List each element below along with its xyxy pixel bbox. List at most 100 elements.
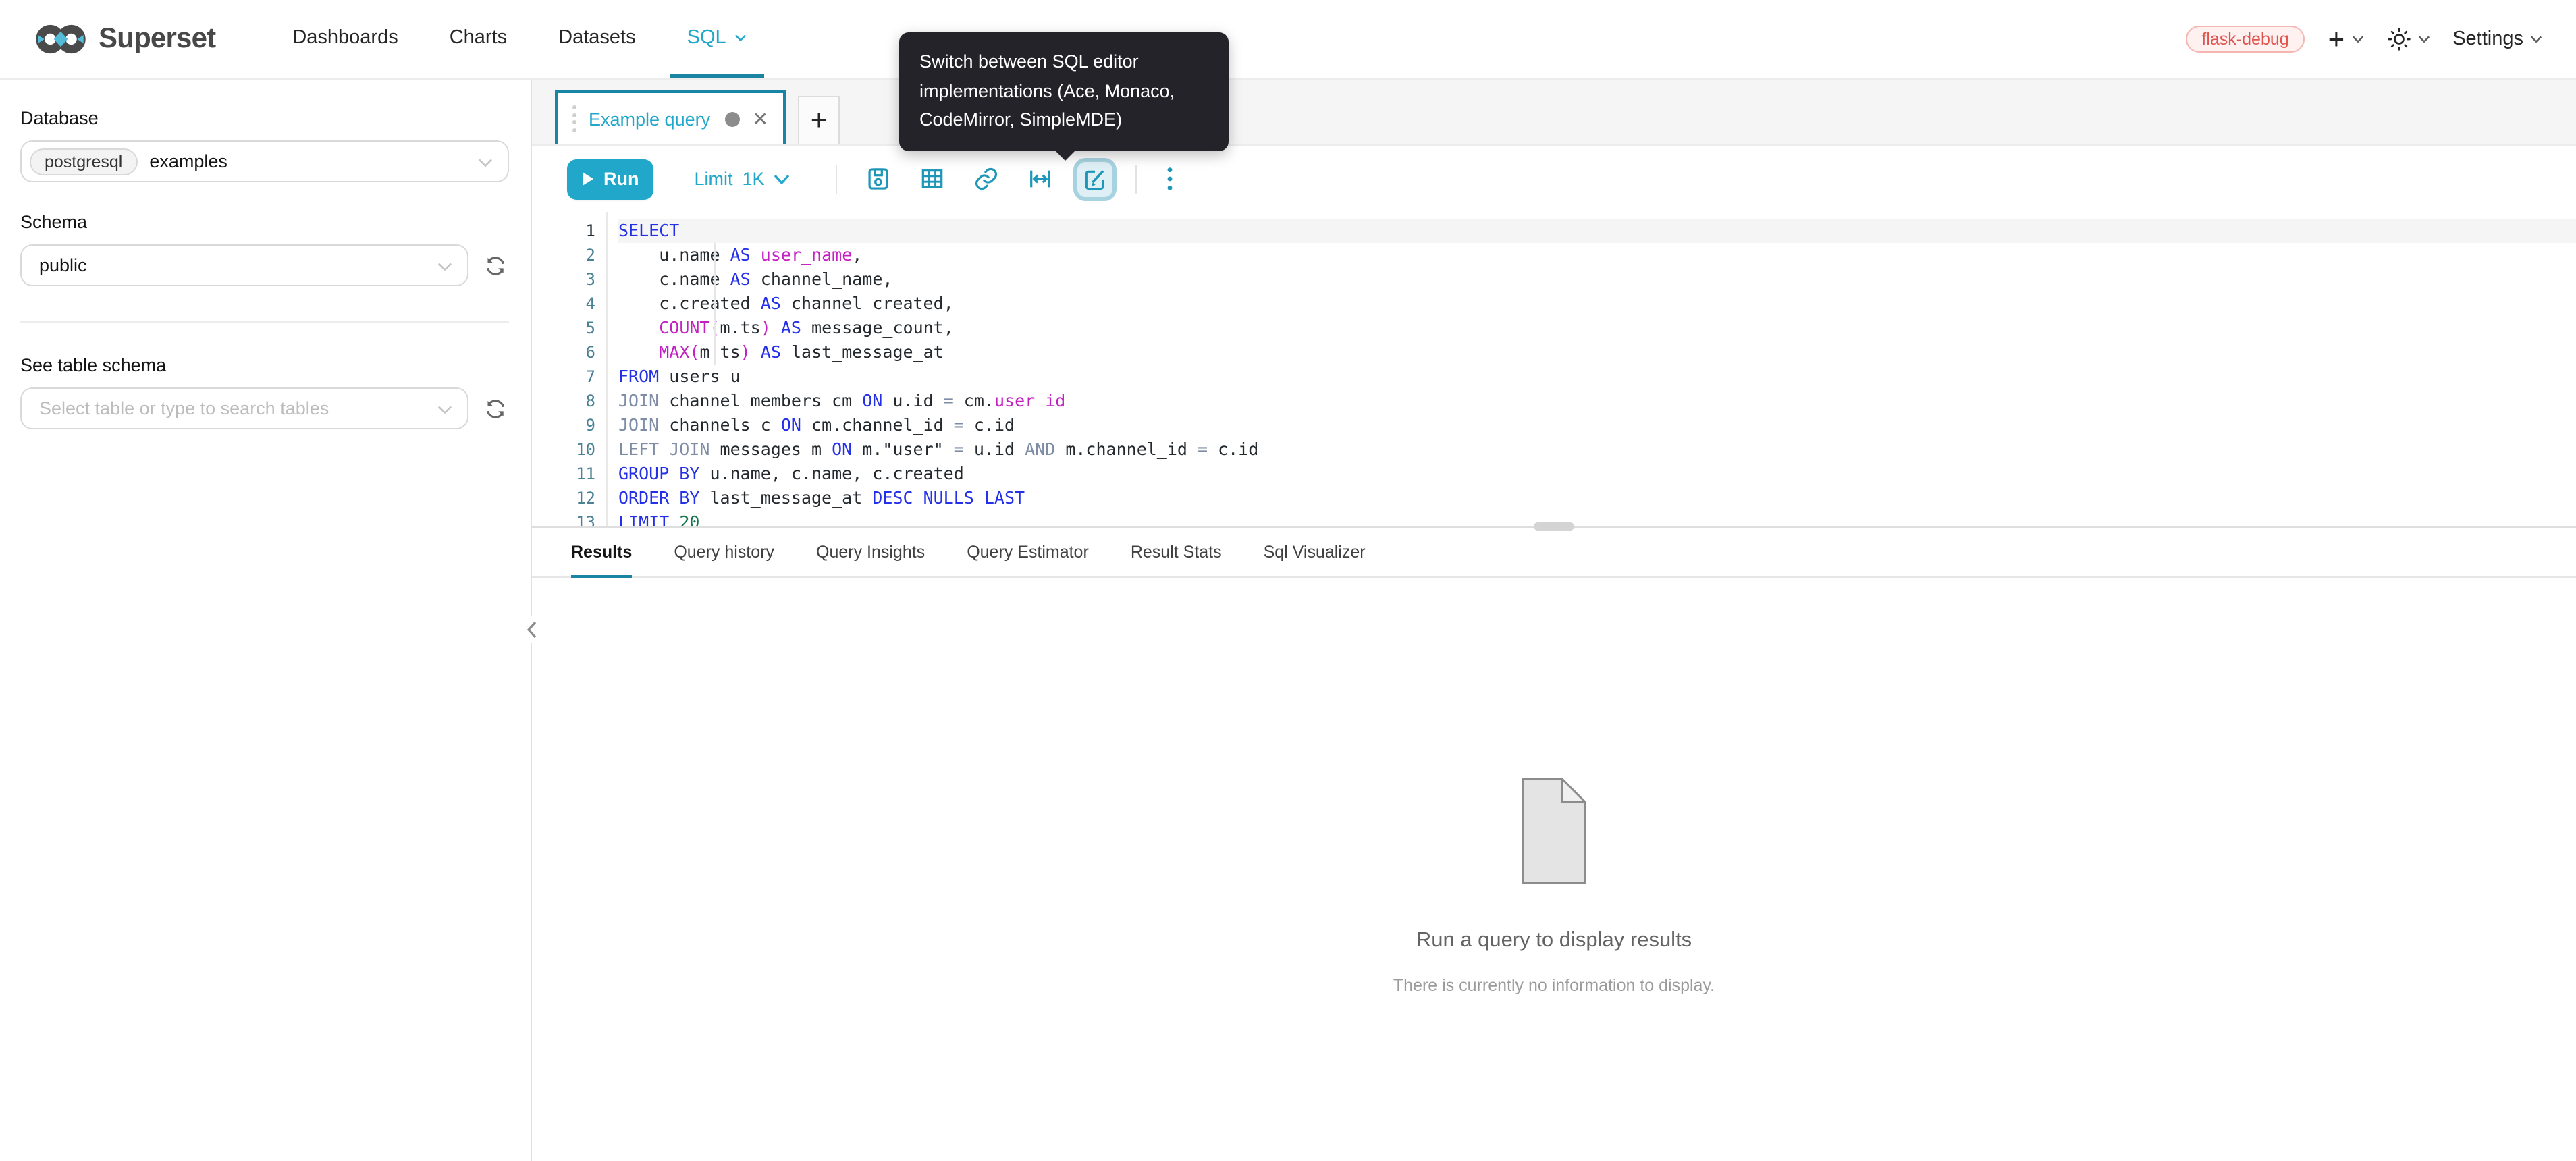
tab-results[interactable]: Results <box>571 528 632 578</box>
refresh-icon <box>483 253 508 277</box>
chevron-down-icon <box>2351 35 2363 43</box>
editor-gutter: 12345678910111213 <box>532 212 608 526</box>
sidebar-divider <box>20 321 509 323</box>
main-nav: Dashboards Charts Datasets SQL <box>267 0 772 78</box>
line-number: 1 <box>532 219 595 243</box>
superset-logo-icon <box>35 19 86 59</box>
more-actions-button[interactable] <box>1154 163 1186 195</box>
code-line[interactable]: JOIN channel_members cm ON u.id = cm.use… <box>618 389 2576 413</box>
results-tab-bar: Results Query history Query Insights Que… <box>532 528 2576 578</box>
code-line[interactable]: c.created AS channel_created, <box>618 292 2576 316</box>
code-line[interactable]: JOIN channels c ON cm.channel_id = c.id <box>618 413 2576 437</box>
line-number: 6 <box>532 340 595 364</box>
collapse-sidebar-button[interactable] <box>521 616 543 643</box>
chevron-down-icon <box>2417 35 2430 43</box>
limit-value: 1K <box>743 169 765 189</box>
code-line[interactable]: LIMIT 20 <box>618 510 2576 528</box>
table-icon <box>919 166 945 192</box>
code-line[interactable]: GROUP BY u.name, c.name, c.created <box>618 462 2576 486</box>
tooltip-text: Switch between SQL editor implementation… <box>919 51 1175 130</box>
tab-query-history[interactable]: Query history <box>674 528 774 578</box>
navbar-right: flask-debug + Settings <box>2185 0 2542 78</box>
editor-toolbar: Run Limit 1K <box>532 146 2576 212</box>
line-number: 2 <box>532 243 595 267</box>
link-icon <box>973 166 999 192</box>
limit-dropdown[interactable]: Limit 1K <box>695 169 790 189</box>
nav-item-datasets[interactable]: Datasets <box>541 0 653 78</box>
code-line[interactable]: MAX(m.ts) AS last_message_at <box>618 340 2576 364</box>
refresh-tables-button[interactable] <box>482 395 509 422</box>
empty-state-subtitle: There is currently no information to dis… <box>532 976 2576 995</box>
code-line[interactable]: ORDER BY last_message_at DESC NULLS LAST <box>618 486 2576 510</box>
editor-switch-tooltip: Switch between SQL editor implementation… <box>899 32 1229 151</box>
nav-item-sql[interactable]: SQL <box>670 0 764 78</box>
document-icon <box>1522 778 1586 884</box>
chevron-down-icon <box>2530 35 2542 43</box>
tooltip-arrow <box>1054 150 1076 161</box>
indent-guide <box>714 243 716 364</box>
limit-label: Limit <box>695 169 733 189</box>
chevron-down-icon <box>437 262 452 271</box>
database-type-badge: postgresql <box>30 148 137 175</box>
editor-code[interactable]: SELECT u.name AS user_name, c.name AS ch… <box>608 212 2576 526</box>
code-line[interactable]: FROM users u <box>618 364 2576 389</box>
settings-menu[interactable]: Settings <box>2452 28 2542 50</box>
new-tab-button[interactable]: + <box>798 96 840 144</box>
new-item-menu[interactable]: + <box>2328 25 2364 53</box>
format-sql-button[interactable] <box>1024 163 1056 195</box>
close-icon[interactable]: ✕ <box>753 109 768 128</box>
sql-lab-sidebar: Database postgresql examples Schema publ… <box>0 80 532 1161</box>
edit-icon <box>1083 167 1108 191</box>
refresh-schemas-button[interactable] <box>482 252 509 279</box>
save-icon <box>865 166 891 192</box>
toolbar-divider <box>1136 164 1137 194</box>
run-label: Run <box>603 169 639 189</box>
theme-menu[interactable] <box>2386 27 2430 51</box>
chevron-left-icon <box>527 620 537 638</box>
schema-select[interactable]: public <box>20 244 468 286</box>
line-number: 8 <box>532 389 595 413</box>
environment-tag: flask-debug <box>2185 26 2305 53</box>
chevron-down-icon <box>478 158 493 167</box>
database-label: Database <box>20 108 509 128</box>
code-line[interactable]: LEFT JOIN messages m ON m."user" = u.id … <box>618 437 2576 462</box>
line-number: 13 <box>532 510 595 528</box>
empty-state-title: Run a query to display results <box>532 929 2576 953</box>
save-query-button[interactable] <box>862 163 894 195</box>
tab-query-insights[interactable]: Query Insights <box>816 528 925 578</box>
switch-editor-button[interactable] <box>1074 157 1117 200</box>
tab-result-stats[interactable]: Result Stats <box>1131 528 1222 578</box>
code-line[interactable]: c.name AS channel_name, <box>618 267 2576 292</box>
results-empty-state: Run a query to display results There is … <box>532 578 2576 995</box>
create-view-button[interactable] <box>916 163 948 195</box>
table-select[interactable]: Select table or type to search tables <box>20 387 468 429</box>
table-select-placeholder: Select table or type to search tables <box>30 398 329 418</box>
tab-sql-visualizer[interactable]: Sql Visualizer <box>1264 528 1366 578</box>
code-line[interactable]: u.name AS user_name, <box>618 243 2576 267</box>
expand-horizontal-icon <box>1027 166 1053 192</box>
code-line[interactable]: COUNT(m.ts) AS message_count, <box>618 316 2576 340</box>
database-value: examples <box>149 151 227 171</box>
query-editor-tab[interactable]: Example query ✕ <box>555 90 786 144</box>
brand[interactable]: Superset <box>35 0 215 78</box>
run-button[interactable]: Run <box>567 159 654 199</box>
line-number: 5 <box>532 316 595 340</box>
editor-tab-strip: Example query ✕ + <box>532 80 2576 146</box>
drag-handle-icon[interactable] <box>572 106 576 132</box>
nav-item-charts[interactable]: Charts <box>432 0 525 78</box>
database-select[interactable]: postgresql examples <box>20 140 509 182</box>
schema-value: public <box>30 255 87 275</box>
line-number: 7 <box>532 364 595 389</box>
nav-item-dashboards[interactable]: Dashboards <box>275 0 415 78</box>
copy-link-button[interactable] <box>970 163 1002 195</box>
more-vertical-icon <box>1166 166 1173 192</box>
tab-query-estimator[interactable]: Query Estimator <box>967 528 1089 578</box>
plus-icon: + <box>811 105 828 137</box>
chevron-down-icon <box>774 173 790 184</box>
editor-resize-handle[interactable] <box>1534 522 1574 531</box>
line-number: 3 <box>532 267 595 292</box>
sql-editor[interactable]: 12345678910111213 SELECT u.name AS user_… <box>532 212 2576 528</box>
code-line[interactable]: SELECT <box>618 219 2576 243</box>
sql-lab-main: Example query ✕ + Run Limit 1K <box>532 80 2576 1161</box>
table-schema-label: See table schema <box>20 355 509 375</box>
